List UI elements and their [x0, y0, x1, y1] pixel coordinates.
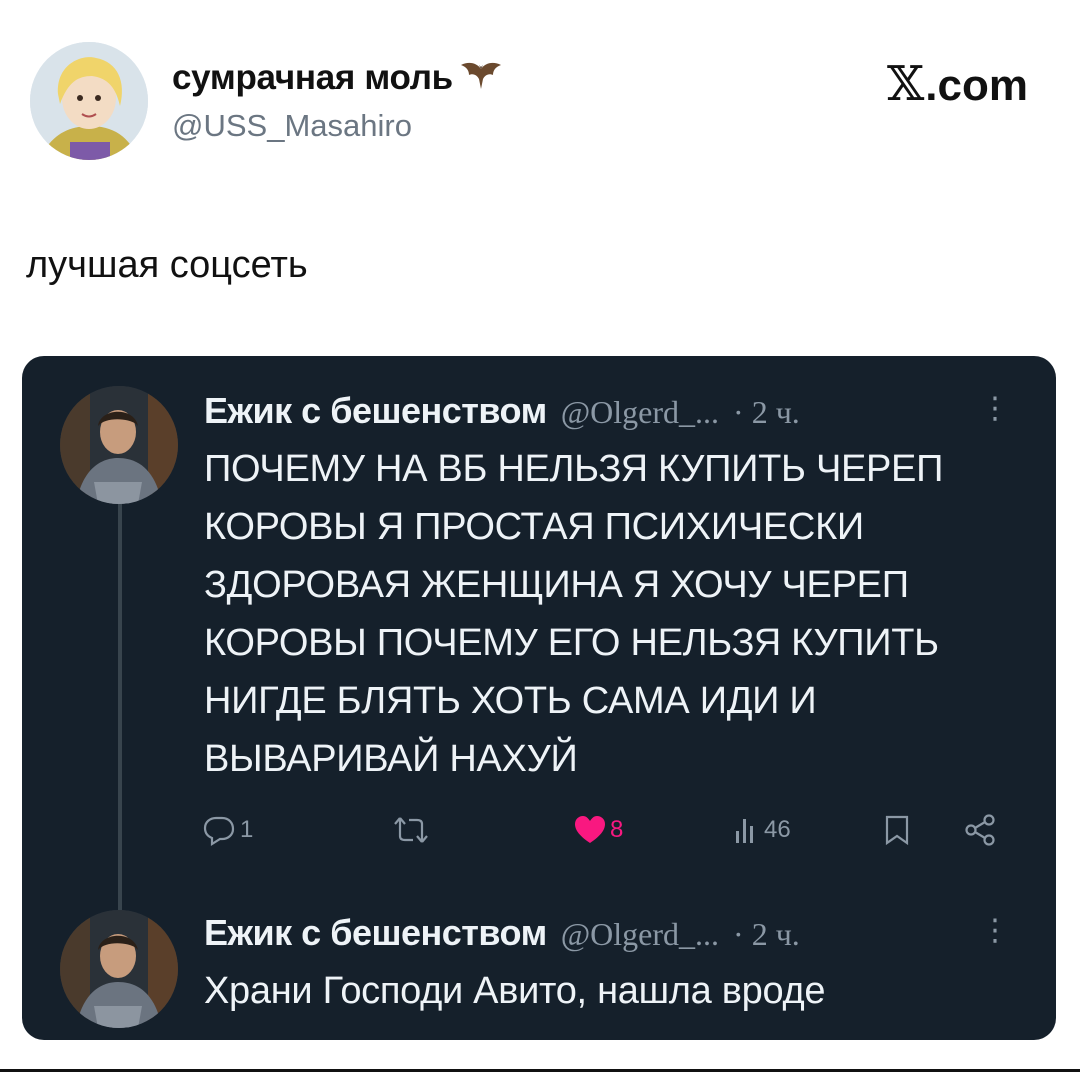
bookmark-icon: [885, 815, 909, 846]
more-options-icon[interactable]: ⋮: [980, 916, 1010, 946]
author-name[interactable]: сумрачная моль: [172, 58, 503, 98]
avatar-photo: [60, 386, 178, 504]
reply-icon: [203, 816, 235, 846]
reply-time[interactable]: · 2 ч.: [733, 916, 800, 953]
reply-text-line: ЗДОРОВАЯ ЖЕНЩИНА Я ХОЧУ ЧЕРЕП: [204, 564, 909, 606]
author-name-text: сумрачная моль: [172, 58, 453, 97]
reply-text-line: КОРОВЫ Я ПРОСТАЯ ПСИХИЧЕСКИ: [204, 506, 864, 548]
reply-text-line: КОРОВЫ ПОЧЕМУ ЕГО НЕЛЬЗЯ КУПИТЬ: [204, 622, 939, 664]
avatar-illustration: [30, 42, 148, 160]
reply-avatar[interactable]: [60, 386, 178, 504]
reply-text: Храни Господи Авито, нашла вроде: [204, 970, 826, 1012]
views-button[interactable]: 46: [734, 808, 791, 852]
divider: [0, 1069, 1080, 1072]
reply-text-line: ПОЧЕМУ НА ВБ НЕЛЬЗЯ КУПИТЬ ЧЕРЕП: [204, 448, 944, 490]
author-avatar[interactable]: [30, 42, 148, 160]
reply-avatar[interactable]: [60, 910, 178, 1028]
like-button[interactable]: 8: [574, 808, 623, 852]
reply-count: 1: [240, 816, 254, 843]
reply-button[interactable]: 1: [202, 808, 253, 852]
embedded-screenshot: Ежик с бешенством @Olgerd_... · 2 ч. ⋮ П…: [22, 356, 1056, 1040]
action-bar: 1 8 46: [200, 808, 1020, 852]
reply-author-handle[interactable]: @Olgerd_...: [561, 916, 719, 953]
x-logo-glyph: 𝕏: [887, 56, 925, 112]
retweet-icon: [394, 817, 428, 843]
views-icon: [736, 819, 753, 843]
reply-author-name[interactable]: Ежик с бешенством: [204, 912, 547, 954]
reply-time[interactable]: · 2 ч.: [733, 394, 800, 431]
author-handle[interactable]: @USS_Masahiro: [172, 108, 412, 144]
reply-text-line: НИГДЕ БЛЯТЬ ХОТЬ САМА ИДИ И: [204, 680, 817, 722]
views-count: 46: [764, 816, 791, 843]
reply-header: Ежик с бешенством @Olgerd_... · 2 ч.: [204, 912, 800, 954]
share-button[interactable]: [964, 808, 996, 852]
reply-author-handle[interactable]: @Olgerd_...: [561, 394, 719, 431]
like-count: 8: [610, 816, 624, 843]
site-label: 𝕏 .com: [887, 56, 1028, 112]
more-options-icon[interactable]: ⋮: [980, 394, 1010, 424]
reply-author-name[interactable]: Ежик с бешенством: [204, 390, 547, 432]
reply-text: ПОЧЕМУ НА ВБ НЕЛЬЗЯ КУПИТЬ ЧЕРЕП КОРОВЫ …: [204, 440, 1024, 788]
tweet-text: лучшая соцсеть: [26, 244, 308, 286]
retweet-button[interactable]: [392, 808, 430, 852]
heart-icon: [575, 816, 605, 843]
reply-text-line: ВЫВАРИВАЙ НАХУЙ: [204, 738, 578, 780]
thread-line: [118, 504, 122, 934]
site-domain: .com: [925, 61, 1028, 110]
reply-header: Ежик с бешенством @Olgerd_... · 2 ч.: [204, 390, 800, 432]
bookmark-button[interactable]: [884, 808, 910, 852]
share-icon: [965, 814, 995, 846]
bat-icon: [460, 62, 501, 89]
avatar-photo: [60, 910, 178, 1028]
